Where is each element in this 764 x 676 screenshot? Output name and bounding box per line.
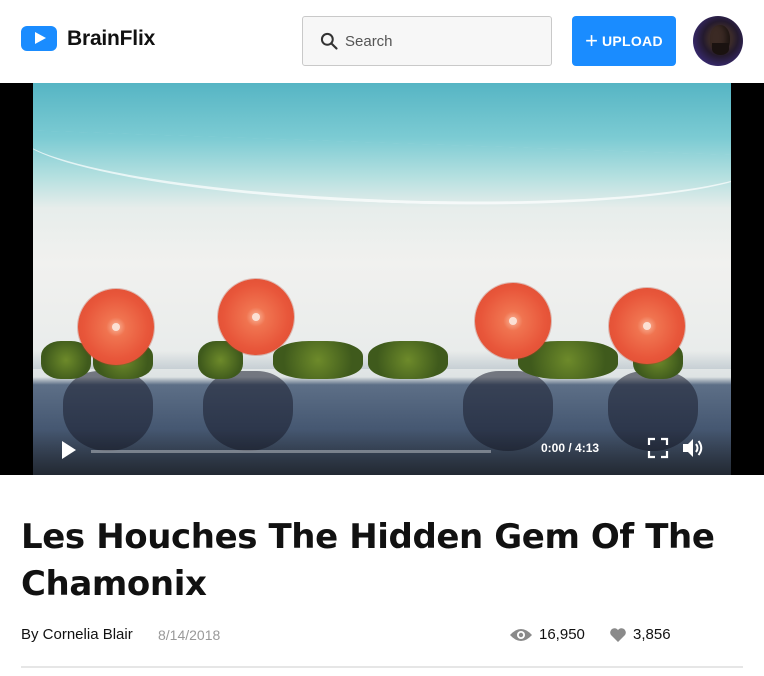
play-icon[interactable] bbox=[57, 439, 79, 461]
brand-logo[interactable]: BrainFlix bbox=[21, 26, 155, 51]
user-avatar[interactable] bbox=[693, 16, 743, 66]
brand-name: BrainFlix bbox=[67, 26, 156, 50]
video-meta: By Cornelia Blair 8/14/2018 16,950 3,856 bbox=[21, 626, 743, 648]
search-icon bbox=[320, 32, 338, 50]
play-logo-icon bbox=[21, 26, 57, 51]
search-box[interactable] bbox=[302, 16, 552, 66]
umbrella bbox=[475, 283, 551, 359]
video-player[interactable]: 0:00 / 4:13 bbox=[0, 83, 764, 475]
upload-button-label: UPLOAD bbox=[601, 33, 663, 49]
author-byline: By Cornelia Blair bbox=[21, 626, 133, 643]
heart-icon bbox=[610, 627, 626, 642]
fullscreen-icon[interactable] bbox=[647, 437, 669, 459]
site-header: BrainFlix + UPLOAD bbox=[0, 0, 764, 83]
divider bbox=[21, 666, 743, 668]
views-count: 16,950 bbox=[509, 626, 585, 643]
video-controls: 0:00 / 4:13 bbox=[33, 429, 731, 475]
likes-value: 3,856 bbox=[633, 626, 671, 643]
video-time: 0:00 / 4:13 bbox=[541, 441, 600, 455]
views-value: 16,950 bbox=[539, 626, 585, 643]
umbrella bbox=[218, 279, 294, 355]
eye-icon bbox=[510, 628, 532, 641]
upload-button[interactable]: + UPLOAD bbox=[572, 16, 676, 66]
video-title: Les Houches The Hidden Gem Of The Chamon… bbox=[21, 517, 715, 604]
umbrella bbox=[609, 288, 685, 364]
video-poster bbox=[33, 83, 731, 475]
umbrella bbox=[78, 289, 154, 365]
likes-count[interactable]: 3,856 bbox=[609, 626, 671, 643]
publish-date: 8/14/2018 bbox=[158, 627, 221, 643]
video-progress-bar[interactable] bbox=[91, 450, 491, 453]
plus-icon: + bbox=[585, 28, 598, 53]
search-input[interactable] bbox=[345, 32, 535, 50]
volume-icon[interactable] bbox=[681, 437, 705, 459]
